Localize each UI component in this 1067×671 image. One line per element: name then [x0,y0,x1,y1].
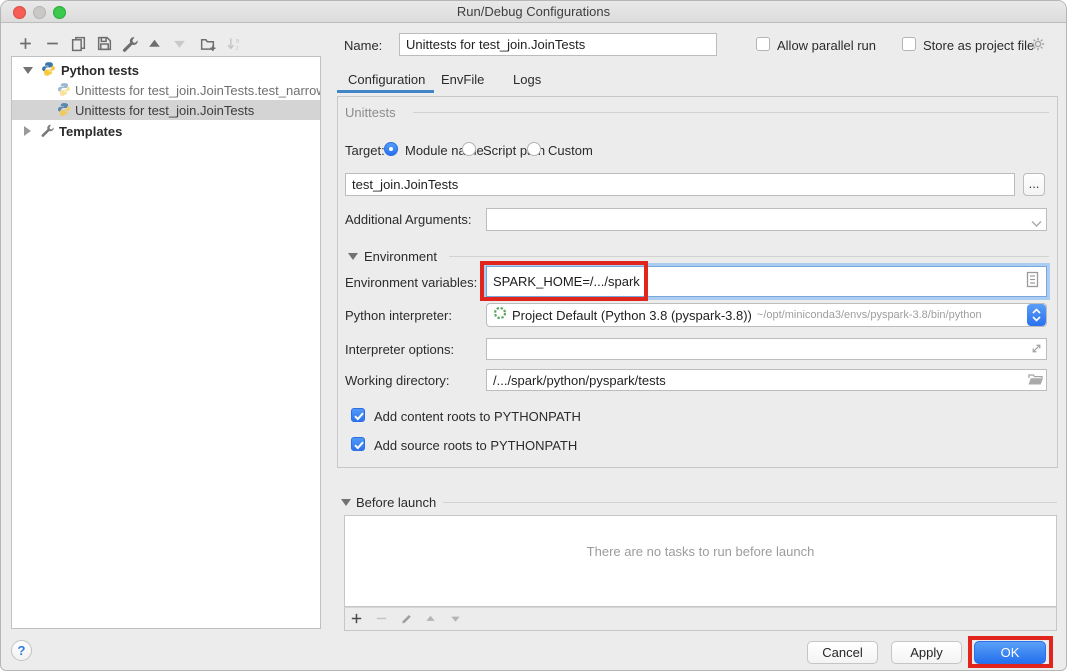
tree-item-label: Unittests for test_join.JoinTests.test_n… [75,83,321,98]
move-up-icon[interactable] [146,35,163,52]
environment-header: Environment [364,249,437,264]
name-input[interactable] [399,33,717,56]
environment-divider [449,256,1049,257]
create-folder-icon[interactable] [199,35,216,52]
add-source-roots-label: Add source roots to PYTHONPATH [374,438,577,453]
dropdown-spinner-icon[interactable] [1027,304,1046,326]
working-directory-label: Working directory: [345,373,450,388]
add-content-roots-label: Add content roots to PYTHONPATH [374,409,581,424]
chevron-down-icon[interactable] [1031,215,1042,233]
before-launch-collapse-icon[interactable] [341,499,351,506]
add-task-icon[interactable] [349,611,364,631]
environment-collapse-icon[interactable] [348,253,358,260]
move-task-up-icon[interactable] [423,611,438,631]
conda-env-icon [493,306,507,325]
add-content-roots-checkbox[interactable] [351,408,365,422]
tab-configuration[interactable]: Configuration [348,72,425,87]
group-divider [413,112,1049,113]
svg-text:a: a [236,37,240,44]
tree-item-label: Templates [59,124,122,139]
move-down-icon[interactable] [171,35,188,52]
before-launch-header: Before launch [356,495,436,510]
interpreter-options-label: Interpreter options: [345,342,454,357]
python-interpreter-value: Project Default (Python 3.8 (pyspark-3.8… [512,308,752,323]
remove-configuration-icon[interactable] [44,35,61,52]
gear-icon[interactable] [1030,36,1046,57]
environment-variables-label: Environment variables: [345,275,477,290]
chevron-down-icon[interactable] [23,67,33,74]
move-task-down-icon[interactable] [448,611,463,631]
tab-envfile[interactable]: EnvFile [441,72,484,87]
add-source-roots-checkbox[interactable] [351,437,365,451]
active-tab-indicator [337,90,434,93]
ok-button[interactable]: OK [974,641,1046,664]
cancel-button[interactable]: Cancel [807,641,878,664]
tree-item-label: Python tests [61,63,139,78]
tree-item-label: Unittests for test_join.JoinTests [75,103,254,118]
copy-configuration-icon[interactable] [70,35,87,52]
env-variables-list-icon[interactable] [1026,271,1039,293]
titlebar: Run/Debug Configurations [1,1,1066,23]
allow-parallel-run-label: Allow parallel run [777,38,876,53]
help-button[interactable]: ? [11,640,32,661]
tree-item-python-tests[interactable]: Python tests [12,60,320,80]
working-directory-input[interactable] [486,369,1047,391]
configurations-tree: Python tests Unittests for test_join.Joi… [11,56,321,629]
store-as-project-file-checkbox[interactable] [902,37,916,51]
target-module-name-radio[interactable] [384,142,398,156]
python-icon [57,82,71,99]
window-title: Run/Debug Configurations [1,1,1066,23]
browse-module-button[interactable]: ... [1023,173,1045,196]
expand-field-icon[interactable] [1029,341,1044,361]
interpreter-options-input[interactable] [486,338,1047,360]
run-debug-configurations-dialog: Run/Debug Configurations az Python tests [0,0,1067,671]
before-launch-task-list: There are no tasks to run before launch [344,515,1057,607]
tree-item-jointests-selected[interactable]: Unittests for test_join.JoinTests [12,100,320,120]
before-launch-empty-text: There are no tasks to run before launch [587,544,815,559]
target-label: Target: [345,143,385,158]
edit-templates-icon[interactable] [121,35,138,52]
target-custom-radio[interactable] [527,142,541,156]
environment-variables-field[interactable] [486,266,1047,297]
allow-parallel-run-checkbox[interactable] [756,37,770,51]
before-launch-divider [443,502,1057,503]
sort-configurations-icon[interactable]: az [226,35,243,52]
python-interpreter-label: Python interpreter: [345,308,452,323]
python-interpreter-dropdown[interactable]: Project Default (Python 3.8 (pyspark-3.8… [486,303,1047,327]
additional-arguments-input[interactable] [486,208,1047,231]
target-custom-label: Custom [548,143,593,158]
target-script-path-radio[interactable] [462,142,476,156]
remove-task-icon[interactable] [374,611,389,631]
chevron-right-icon[interactable] [24,126,31,136]
python-icon [57,102,71,119]
name-label: Name: [344,38,382,53]
additional-arguments-label: Additional Arguments: [345,212,471,227]
edit-task-icon[interactable] [399,611,414,631]
store-as-project-file-label: Store as project file [923,38,1034,53]
add-configuration-icon[interactable] [17,35,34,52]
python-icon [41,61,56,79]
apply-button[interactable]: Apply [891,641,962,664]
module-name-input[interactable] [345,173,1015,196]
folder-icon[interactable] [1027,372,1044,392]
tab-logs[interactable]: Logs [513,72,541,87]
tree-item-templates[interactable]: Templates [12,121,320,141]
environment-variables-input[interactable] [487,274,1026,289]
svg-text:z: z [236,45,239,52]
python-interpreter-path: ~/opt/miniconda3/envs/pyspark-3.8/bin/py… [757,309,982,321]
tree-item-test-narrow[interactable]: Unittests for test_join.JoinTests.test_n… [12,80,320,100]
unittests-group-title: Unittests [345,105,396,120]
wrench-icon [40,123,54,140]
save-configuration-icon[interactable] [96,35,113,52]
